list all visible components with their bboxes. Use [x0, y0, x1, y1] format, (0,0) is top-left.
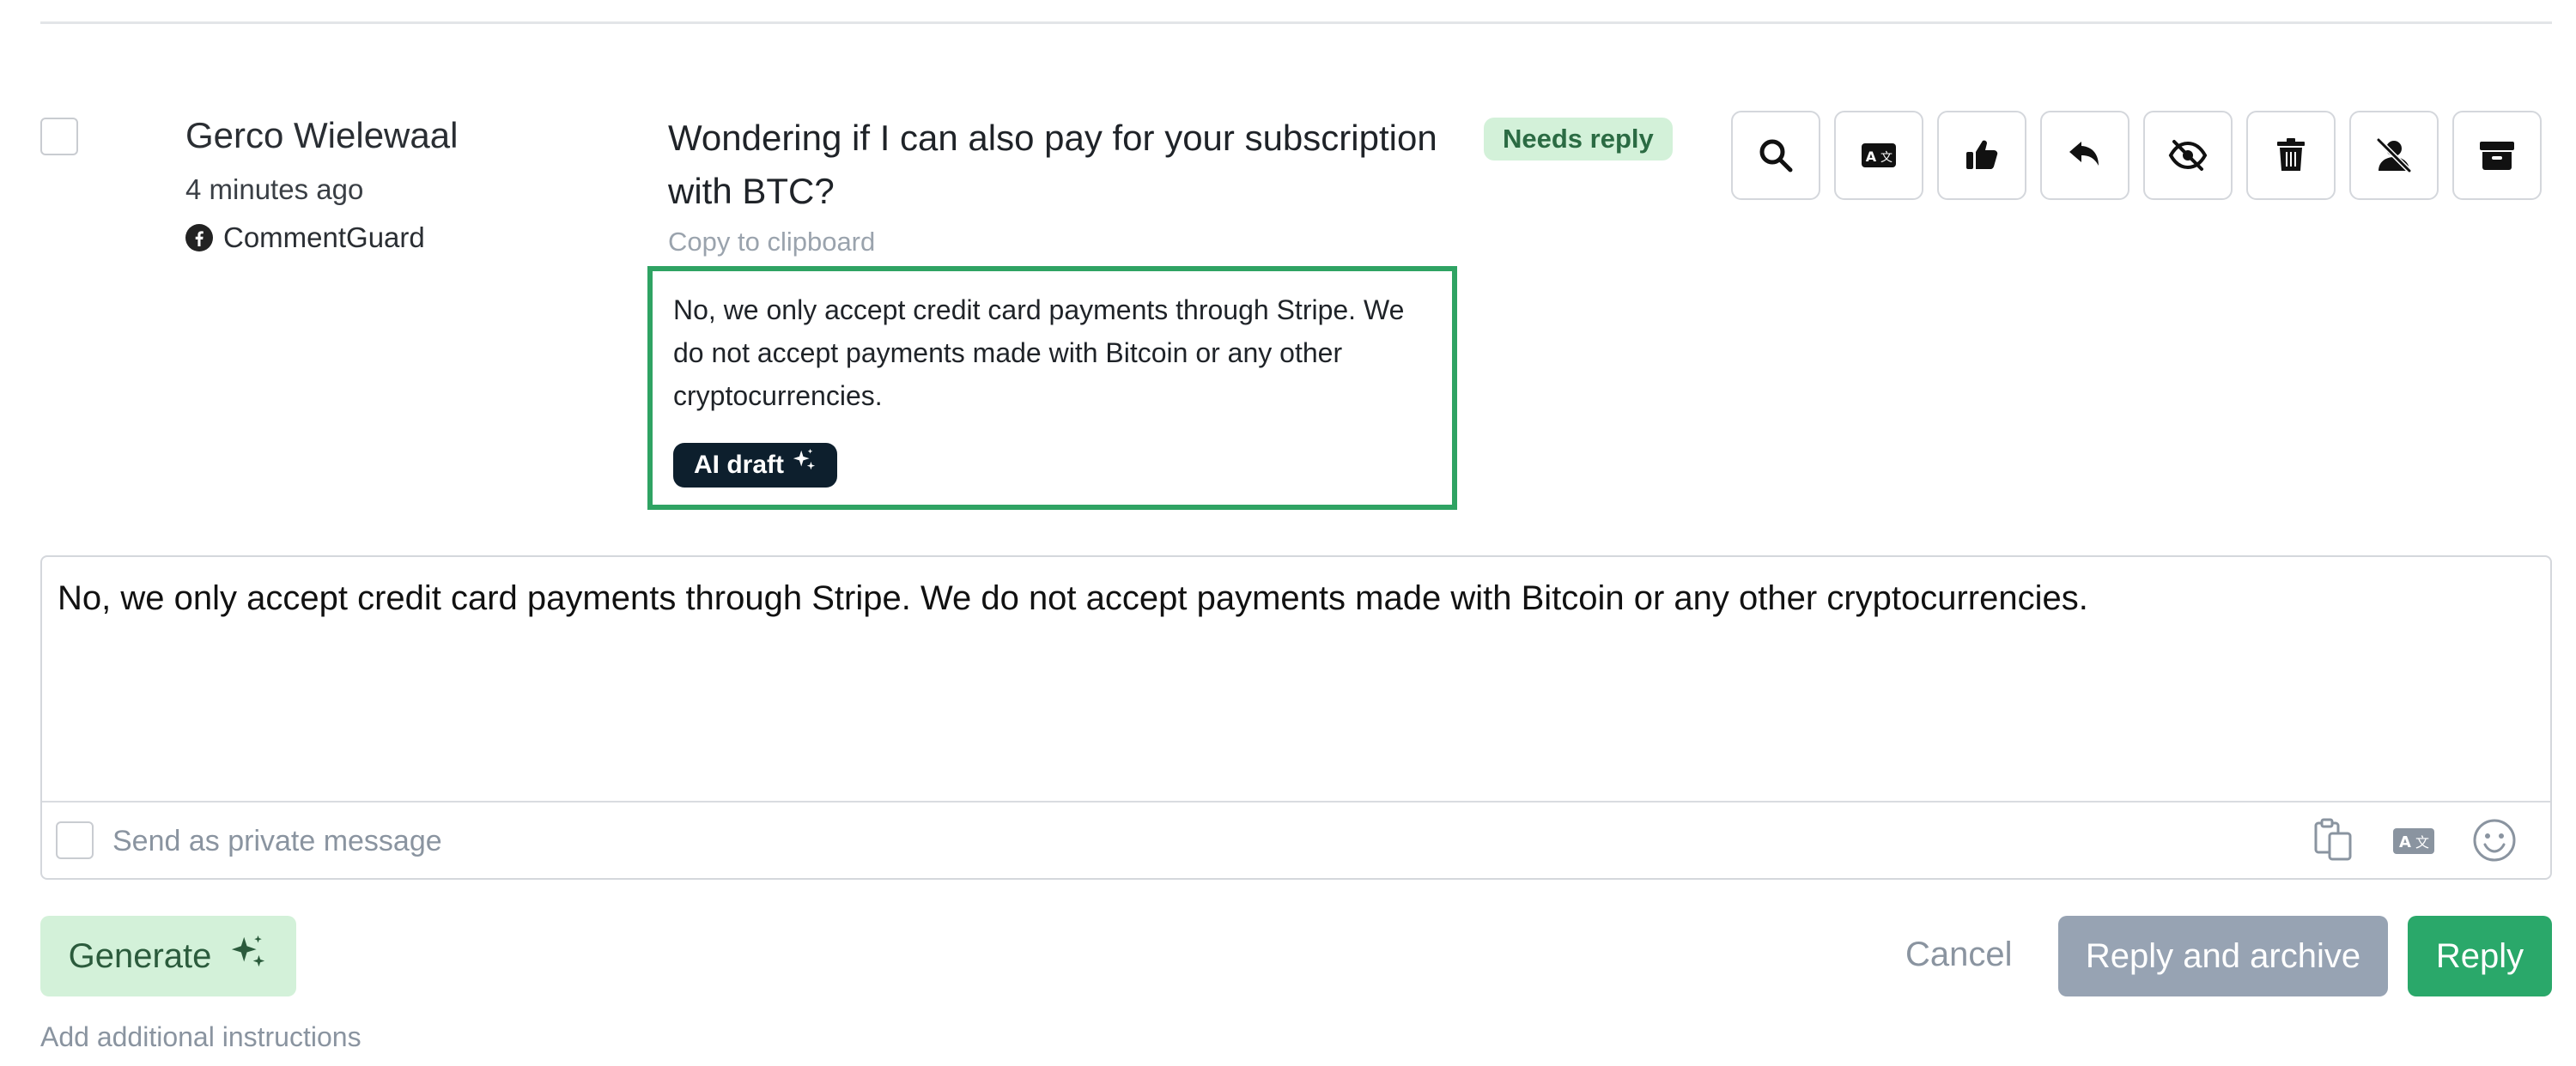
reply-editor[interactable]: No, we only accept credit card payments …	[40, 555, 2552, 880]
like-button[interactable]	[1937, 111, 2026, 200]
search-button[interactable]	[1731, 111, 1820, 200]
block-user-button[interactable]	[2349, 111, 2439, 200]
select-comment-checkbox[interactable]	[40, 118, 78, 155]
reply-action-button[interactable]	[2040, 111, 2129, 200]
search-icon	[1759, 139, 1793, 173]
svg-text:文: 文	[1880, 151, 1893, 165]
generate-button[interactable]: Generate	[40, 916, 296, 996]
private-message-label: Send as private message	[112, 825, 442, 857]
hide-button[interactable]	[2143, 111, 2233, 200]
translate-icon: A文	[1862, 143, 1896, 167]
svg-text:A: A	[1866, 148, 1877, 165]
facebook-icon	[185, 224, 213, 251]
sparkle-icon	[791, 443, 817, 488]
reply-button[interactable]: Reply	[2408, 916, 2552, 996]
comment-text: Wondering if I can also pay for your sub…	[668, 118, 1437, 211]
private-message-checkbox[interactable]	[56, 821, 94, 859]
block-user-icon	[2376, 137, 2412, 173]
status-badge: Needs reply	[1484, 118, 1673, 161]
ai-draft-card[interactable]: No, we only accept credit card payments …	[647, 266, 1457, 510]
source-name: CommentGuard	[223, 221, 425, 253]
hide-icon	[2168, 140, 2208, 171]
archive-button[interactable]	[2452, 111, 2542, 200]
translate-icon: A文	[2393, 828, 2434, 854]
paste-clipboard-button[interactable]	[2309, 816, 2357, 864]
divider	[40, 21, 2552, 24]
thumbs-up-icon	[1966, 140, 1998, 169]
reply-editor-divider	[42, 801, 2550, 803]
sparkle-icon	[228, 932, 268, 980]
ai-draft-text: No, we only accept credit card payments …	[673, 294, 1405, 411]
source-label: CommentGuard	[185, 221, 425, 254]
archive-icon	[2480, 142, 2514, 170]
comment-actions-toolbar: A文	[1731, 111, 2542, 200]
cancel-button[interactable]: Cancel	[1905, 936, 2013, 974]
reply-icon	[2069, 142, 2099, 166]
emoji-icon	[2473, 819, 2516, 862]
reply-translate-button[interactable]: A文	[2390, 816, 2438, 864]
copy-to-clipboard-link[interactable]: Copy to clipboard	[668, 227, 875, 257]
add-instructions-link[interactable]: Add additional instructions	[40, 1021, 361, 1053]
timestamp: 4 minutes ago	[185, 173, 364, 205]
delete-button[interactable]	[2246, 111, 2336, 200]
clipboard-icon	[2314, 818, 2352, 861]
ai-draft-badge: AI draft	[673, 443, 837, 488]
ai-draft-badge-label: AI draft	[694, 451, 784, 479]
svg-text:文: 文	[2415, 834, 2429, 851]
reply-text-input[interactable]: No, we only accept credit card payments …	[58, 579, 2088, 618]
generate-label: Generate	[68, 936, 212, 975]
trash-icon	[2277, 138, 2305, 171]
svg-text:A: A	[2399, 833, 2411, 851]
emoji-button[interactable]	[2470, 816, 2518, 864]
reply-and-archive-button[interactable]: Reply and archive	[2058, 916, 2388, 996]
translate-button[interactable]: A文	[1834, 111, 1923, 200]
author-name: Gerco Wielewaal	[185, 115, 459, 155]
